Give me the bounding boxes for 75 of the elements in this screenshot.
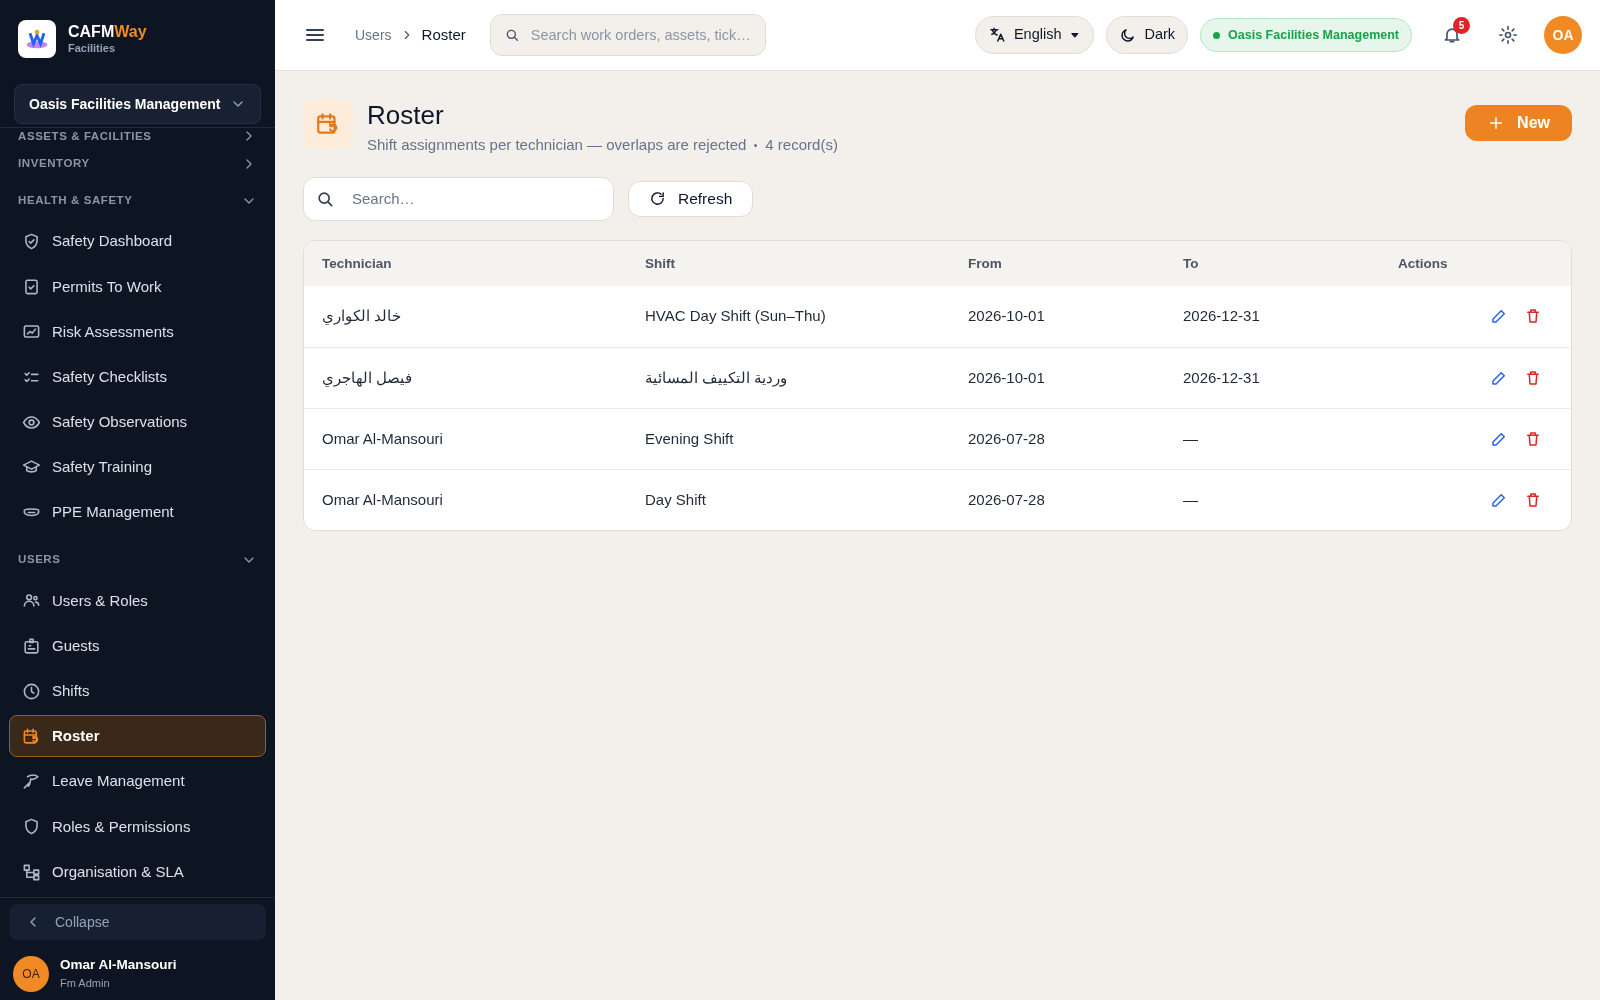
- user-avatar[interactable]: OA: [13, 956, 49, 992]
- brand-subtitle: Facilities: [68, 42, 117, 56]
- column-header: To: [1183, 256, 1199, 271]
- table-cell: 2026-12-31: [1183, 307, 1260, 324]
- column-header: Technician: [322, 256, 392, 271]
- page-title: Roster: [367, 99, 445, 131]
- table-cell: 2026-10-01: [968, 307, 1045, 324]
- nav-item[interactable]: Safety Observations: [9, 401, 266, 444]
- trash-icon: [1524, 368, 1542, 387]
- notifications-button[interactable]: 5: [1436, 19, 1468, 51]
- nav-section-header[interactable]: ASSETS & FACILITIES: [9, 128, 266, 145]
- column-header: Shift: [645, 256, 675, 271]
- table-cell: فيصل الهاجري: [322, 368, 413, 386]
- trash-icon: [1524, 490, 1542, 509]
- breadcrumb-link[interactable]: Users: [355, 24, 392, 46]
- nav-section-header[interactable]: USERS: [9, 541, 266, 579]
- hierarchy-icon: [22, 862, 41, 882]
- shield-icon: [22, 817, 41, 837]
- refresh-icon: [649, 190, 666, 207]
- translate-icon: [987, 26, 1006, 44]
- user-name: Omar Al-Mansouri: [60, 957, 177, 975]
- app-logo: [18, 20, 56, 58]
- nav-item[interactable]: Risk Assessments: [9, 310, 266, 353]
- nav-item[interactable]: Permits To Work: [9, 265, 266, 308]
- trash-icon: [1524, 307, 1542, 325]
- table-cell: —: [1183, 429, 1198, 447]
- search-field[interactable]: Search…: [303, 176, 614, 221]
- column-header: Actions: [1398, 256, 1448, 271]
- theme-toggle[interactable]: Dark: [1106, 16, 1189, 54]
- table-cell: 2026-07-28: [968, 429, 1045, 447]
- table-cell: وردية التكييف المسائية: [645, 368, 788, 386]
- calendar-refresh-icon: [22, 726, 41, 746]
- user-role: Fm Admin: [60, 977, 111, 991]
- table-cell: Omar Al-Mansouri: [322, 429, 443, 447]
- clock-icon: [22, 681, 41, 701]
- clipboard-check-icon: [22, 277, 41, 297]
- table-cell: 2026-12-31: [1183, 368, 1260, 386]
- global-search-field[interactable]: Search work orders, assets, tick…: [489, 14, 766, 56]
- nav-item[interactable]: Guests: [9, 625, 266, 668]
- nav-item[interactable]: Shifts: [9, 670, 266, 713]
- organisation-badge: Oasis Facilities Management: [1200, 18, 1412, 52]
- table-cell: HVAC Day Shift (Sun–Thu): [645, 307, 826, 324]
- id-badge-icon: [22, 636, 41, 656]
- table-cell: Evening Shift: [645, 429, 734, 447]
- table-cell: Day Shift: [645, 490, 706, 508]
- refresh-button[interactable]: Refresh: [628, 180, 754, 217]
- nav-item[interactable]: Safety Training: [9, 446, 266, 489]
- table-cell: 2026-07-28: [968, 490, 1045, 508]
- nav-item[interactable]: Leave Management: [9, 760, 266, 803]
- table-cell: Omar Al-Mansouri: [322, 490, 443, 508]
- nav-item[interactable]: Roster: [9, 715, 266, 758]
- shield-icon: [22, 232, 41, 252]
- nav-section-header[interactable]: HEALTH & SAFETY: [9, 182, 266, 219]
- pencil-icon: [1490, 307, 1508, 325]
- nav-item[interactable]: Roles & Permissions: [9, 805, 266, 848]
- record-count: 4 record(s): [765, 135, 838, 155]
- page-subtitle: Shift assignments per technician — overlaps are rejected: [367, 135, 747, 155]
- nav-item[interactable]: Safety Dashboard: [9, 220, 266, 263]
- organisation-selector[interactable]: Oasis Facilities Management: [14, 84, 261, 124]
- notification-count: 5: [1453, 17, 1470, 34]
- table-cell: خالد الكواري: [322, 307, 402, 324]
- nav-item[interactable]: Users & Roles: [9, 579, 266, 622]
- language-selector[interactable]: English: [974, 16, 1095, 54]
- column-header: From: [968, 256, 1002, 271]
- table-cell: —: [1183, 490, 1198, 508]
- nav-section-header[interactable]: INVENTORY: [9, 145, 266, 182]
- trash-icon: [1524, 429, 1542, 448]
- table-cell: 2026-10-01: [968, 368, 1045, 386]
- nav-item[interactable]: PPE Management: [9, 491, 266, 534]
- nav-item[interactable]: Organisation & SLA: [9, 851, 266, 894]
- breadcrumb-current: Roster: [421, 24, 466, 45]
- collapse-button[interactable]: Collapse: [9, 904, 266, 940]
- brand-name: CAFMWay: [68, 22, 147, 43]
- moon-icon: [1119, 26, 1137, 44]
- nav-item[interactable]: Safety Checklists: [9, 356, 266, 399]
